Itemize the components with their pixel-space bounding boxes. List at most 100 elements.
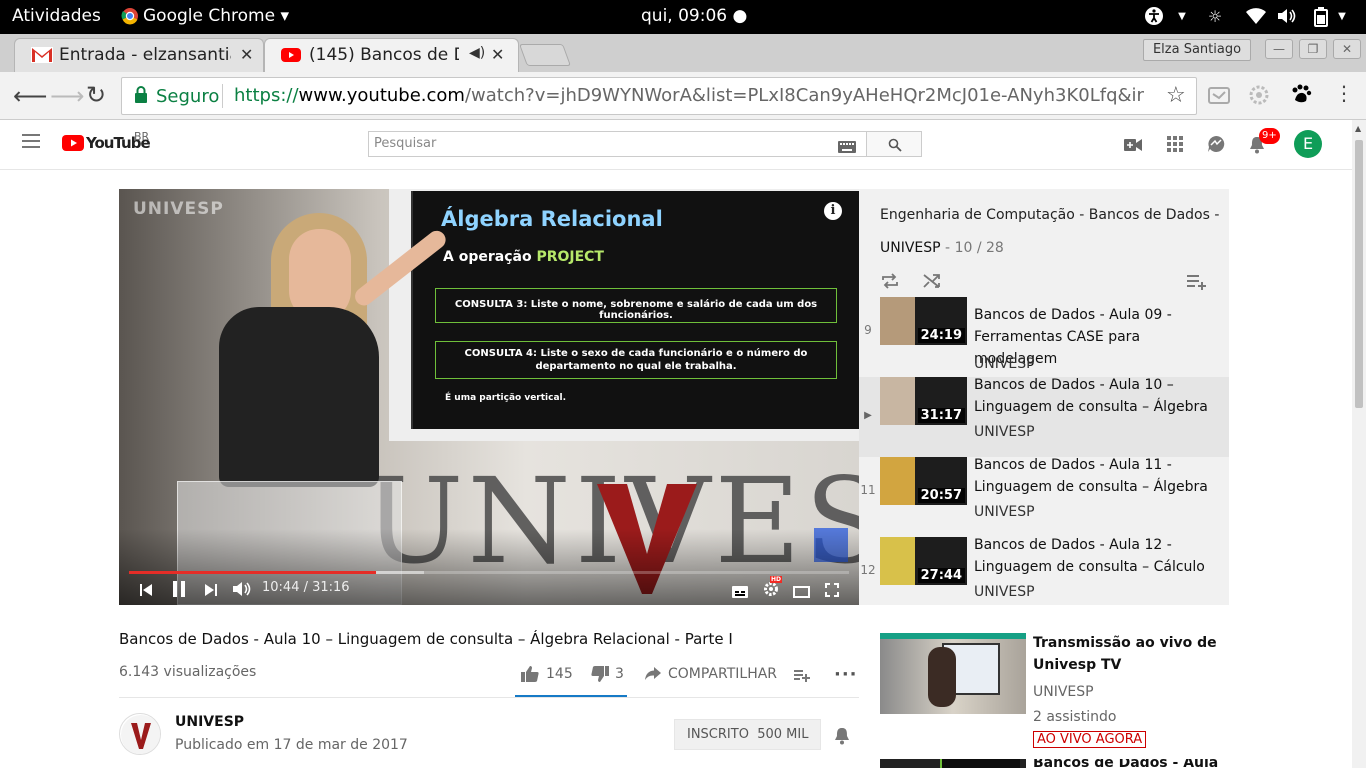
channel-name[interactable]: UNIVESP bbox=[175, 714, 244, 730]
playlist-item-index: 11 bbox=[860, 483, 876, 497]
new-tab-button[interactable] bbox=[518, 44, 572, 66]
accessibility-icon[interactable] bbox=[1144, 6, 1164, 26]
next-video-icon[interactable] bbox=[204, 582, 218, 601]
now-playing-icon: ▶ bbox=[864, 410, 872, 421]
slide-title: Álgebra Relacional bbox=[441, 207, 663, 231]
playlist-item-current[interactable]: ▶ 31:17 Bancos de Dados - Aula 10 – Ling… bbox=[859, 377, 1229, 457]
fullscreen-icon[interactable] bbox=[825, 582, 839, 601]
info-card-icon[interactable]: i bbox=[824, 202, 842, 220]
chevron-down-icon: ▼ bbox=[1178, 11, 1186, 22]
theater-mode-icon[interactable] bbox=[793, 583, 810, 602]
thumbnail-screen bbox=[940, 759, 1020, 768]
forward-icon[interactable]: ⟶ bbox=[50, 82, 84, 110]
search-input[interactable]: Pesquisar bbox=[368, 131, 867, 157]
app-menu[interactable]: Google Chrome ▾ bbox=[143, 6, 289, 26]
playlist-item[interactable]: 12 27:44 Bancos de Dados - Aula 12 - Lin… bbox=[859, 537, 1229, 605]
related-video-title[interactable]: Bancos de Dados - Aula 11 bbox=[1033, 759, 1223, 768]
clock[interactable]: qui, 09:06 ● bbox=[641, 6, 747, 26]
related-video-thumbnail[interactable] bbox=[880, 759, 1026, 768]
controls-gradient bbox=[119, 529, 859, 605]
thumbs-down-icon bbox=[591, 666, 609, 682]
lock-icon bbox=[134, 86, 148, 108]
video-duration: 31:17 bbox=[917, 408, 965, 423]
related-video-title[interactable]: Transmissão ao vivo de Univesp TV bbox=[1033, 632, 1223, 676]
time-display: 10:44 / 31:16 bbox=[262, 580, 350, 595]
hamburger-menu-icon[interactable] bbox=[22, 133, 40, 152]
playlist-item-channel: UNIVESP bbox=[974, 356, 1035, 372]
chevron-down-icon: ▼ bbox=[1338, 11, 1346, 22]
chrome-menu-icon[interactable]: ⋮ bbox=[1334, 82, 1354, 104]
youtube-play-icon bbox=[62, 135, 84, 151]
progress-bar[interactable] bbox=[129, 571, 849, 574]
video-title: Bancos de Dados - Aula 10 – Linguagem de… bbox=[119, 630, 733, 648]
minimize-window-icon[interactable]: — bbox=[1265, 39, 1293, 59]
bookmark-star-icon[interactable]: ☆ bbox=[1166, 83, 1186, 108]
page-scrollbar-thumb[interactable] bbox=[1355, 140, 1363, 408]
more-actions-icon[interactable]: ··· bbox=[834, 664, 858, 685]
playlist-item-channel: UNIVESP bbox=[974, 424, 1035, 440]
publish-date: Publicado em 17 de mar de 2017 bbox=[175, 737, 408, 753]
tab-title: Entrada - elzansantiago bbox=[59, 45, 231, 65]
view-count: 6.143 visualizações bbox=[119, 664, 257, 680]
address-bar[interactable]: Seguro https://www.youtube.com/watch?v=j… bbox=[121, 77, 1197, 115]
subscribed-button[interactable]: INSCRITO 500 MIL bbox=[674, 719, 821, 750]
close-tab-icon[interactable]: ✕ bbox=[240, 45, 253, 64]
back-icon[interactable]: ⟵ bbox=[13, 82, 47, 110]
reload-icon[interactable]: ↻ bbox=[86, 81, 106, 109]
save-playlist-icon[interactable] bbox=[1187, 274, 1207, 294]
youtube-favicon-icon bbox=[281, 47, 301, 68]
related-video-thumbnail[interactable] bbox=[880, 633, 1026, 714]
extension-gear-icon[interactable] bbox=[1248, 84, 1270, 110]
wifi-icon[interactable] bbox=[1246, 7, 1266, 27]
settings-gear-icon[interactable] bbox=[763, 581, 779, 601]
video-duration: 27:44 bbox=[917, 568, 965, 583]
slide-query-box-1: CONSULTA 3: Liste o nome, sobrenome e sa… bbox=[435, 288, 837, 323]
playlist-position: 10 / 28 bbox=[954, 240, 1004, 256]
previous-video-icon[interactable] bbox=[139, 582, 153, 601]
video-duration: 20:57 bbox=[917, 488, 965, 503]
share-label: COMPARTILHAR bbox=[668, 666, 778, 682]
tab-youtube[interactable]: (145) Bancos de Dados ◀) ✕ bbox=[264, 38, 519, 72]
messages-icon[interactable] bbox=[1207, 135, 1225, 157]
volume-icon[interactable] bbox=[232, 581, 252, 601]
playlist-items: 9 24:19 Bancos de Dados - Aula 09 - Ferr… bbox=[859, 297, 1229, 605]
presentation-slide: Álgebra Relacional A operação PROJECT CO… bbox=[411, 191, 859, 429]
related-video-title-clip: Bancos de Dados - Aula 11 bbox=[1033, 759, 1223, 768]
playlist-item-title: Bancos de Dados - Aula 11 - Linguagem de… bbox=[974, 457, 1208, 495]
url-path: /watch?v=jhD9WYNWorA&list=PLxI8Can9yAHeH… bbox=[464, 85, 1144, 106]
apps-grid-icon[interactable] bbox=[1167, 136, 1183, 156]
scroll-up-arrow-icon[interactable]: ▲ bbox=[1355, 124, 1361, 133]
playlist-channel[interactable]: UNIVESP bbox=[880, 240, 941, 256]
volume-icon[interactable] bbox=[1277, 7, 1297, 27]
tab-gmail[interactable]: Entrada - elzansantiago ✕ bbox=[14, 38, 264, 72]
extension-paw-icon[interactable] bbox=[1289, 82, 1313, 110]
playlist-item[interactable]: 11 20:57 Bancos de Dados - Aula 11 - Lin… bbox=[859, 457, 1229, 537]
playlist-title[interactable]: Engenharia de Computação - Bancos de Dad… bbox=[880, 207, 1220, 223]
keyboard-icon[interactable] bbox=[838, 138, 856, 157]
notification-bell-icon[interactable] bbox=[834, 727, 850, 749]
shuffle-playlist-icon[interactable] bbox=[923, 273, 941, 293]
pause-icon[interactable] bbox=[172, 581, 186, 601]
like-count: 145 bbox=[546, 666, 573, 682]
page-scrollbar[interactable]: ▲ bbox=[1352, 120, 1366, 768]
close-window-icon[interactable]: ✕ bbox=[1333, 39, 1361, 59]
add-to-playlist-icon[interactable] bbox=[794, 667, 810, 686]
playlist-item[interactable]: 9 24:19 Bancos de Dados - Aula 09 - Ferr… bbox=[859, 297, 1229, 377]
thumbnail-top-bar bbox=[880, 633, 1026, 639]
subtitles-icon[interactable] bbox=[732, 583, 748, 602]
upload-video-icon[interactable] bbox=[1124, 137, 1142, 156]
separator bbox=[222, 84, 223, 108]
account-avatar[interactable]: E bbox=[1294, 130, 1322, 158]
maximize-window-icon[interactable]: ❐ bbox=[1299, 39, 1327, 59]
extension-inbox-icon[interactable] bbox=[1207, 84, 1231, 110]
activities-button[interactable]: Atividades bbox=[12, 6, 101, 26]
channel-avatar[interactable] bbox=[119, 713, 161, 755]
close-tab-icon[interactable]: ✕ bbox=[491, 45, 504, 64]
profile-button[interactable]: Elza Santiago bbox=[1143, 39, 1251, 61]
loop-playlist-icon[interactable] bbox=[881, 273, 899, 293]
weather-icon[interactable]: ☼ bbox=[1205, 7, 1225, 27]
battery-icon[interactable] bbox=[1311, 7, 1331, 27]
audio-playing-icon[interactable]: ◀) bbox=[469, 45, 485, 61]
search-button[interactable] bbox=[866, 131, 922, 157]
video-player[interactable]: Álgebra Relacional A operação PROJECT CO… bbox=[119, 189, 859, 605]
